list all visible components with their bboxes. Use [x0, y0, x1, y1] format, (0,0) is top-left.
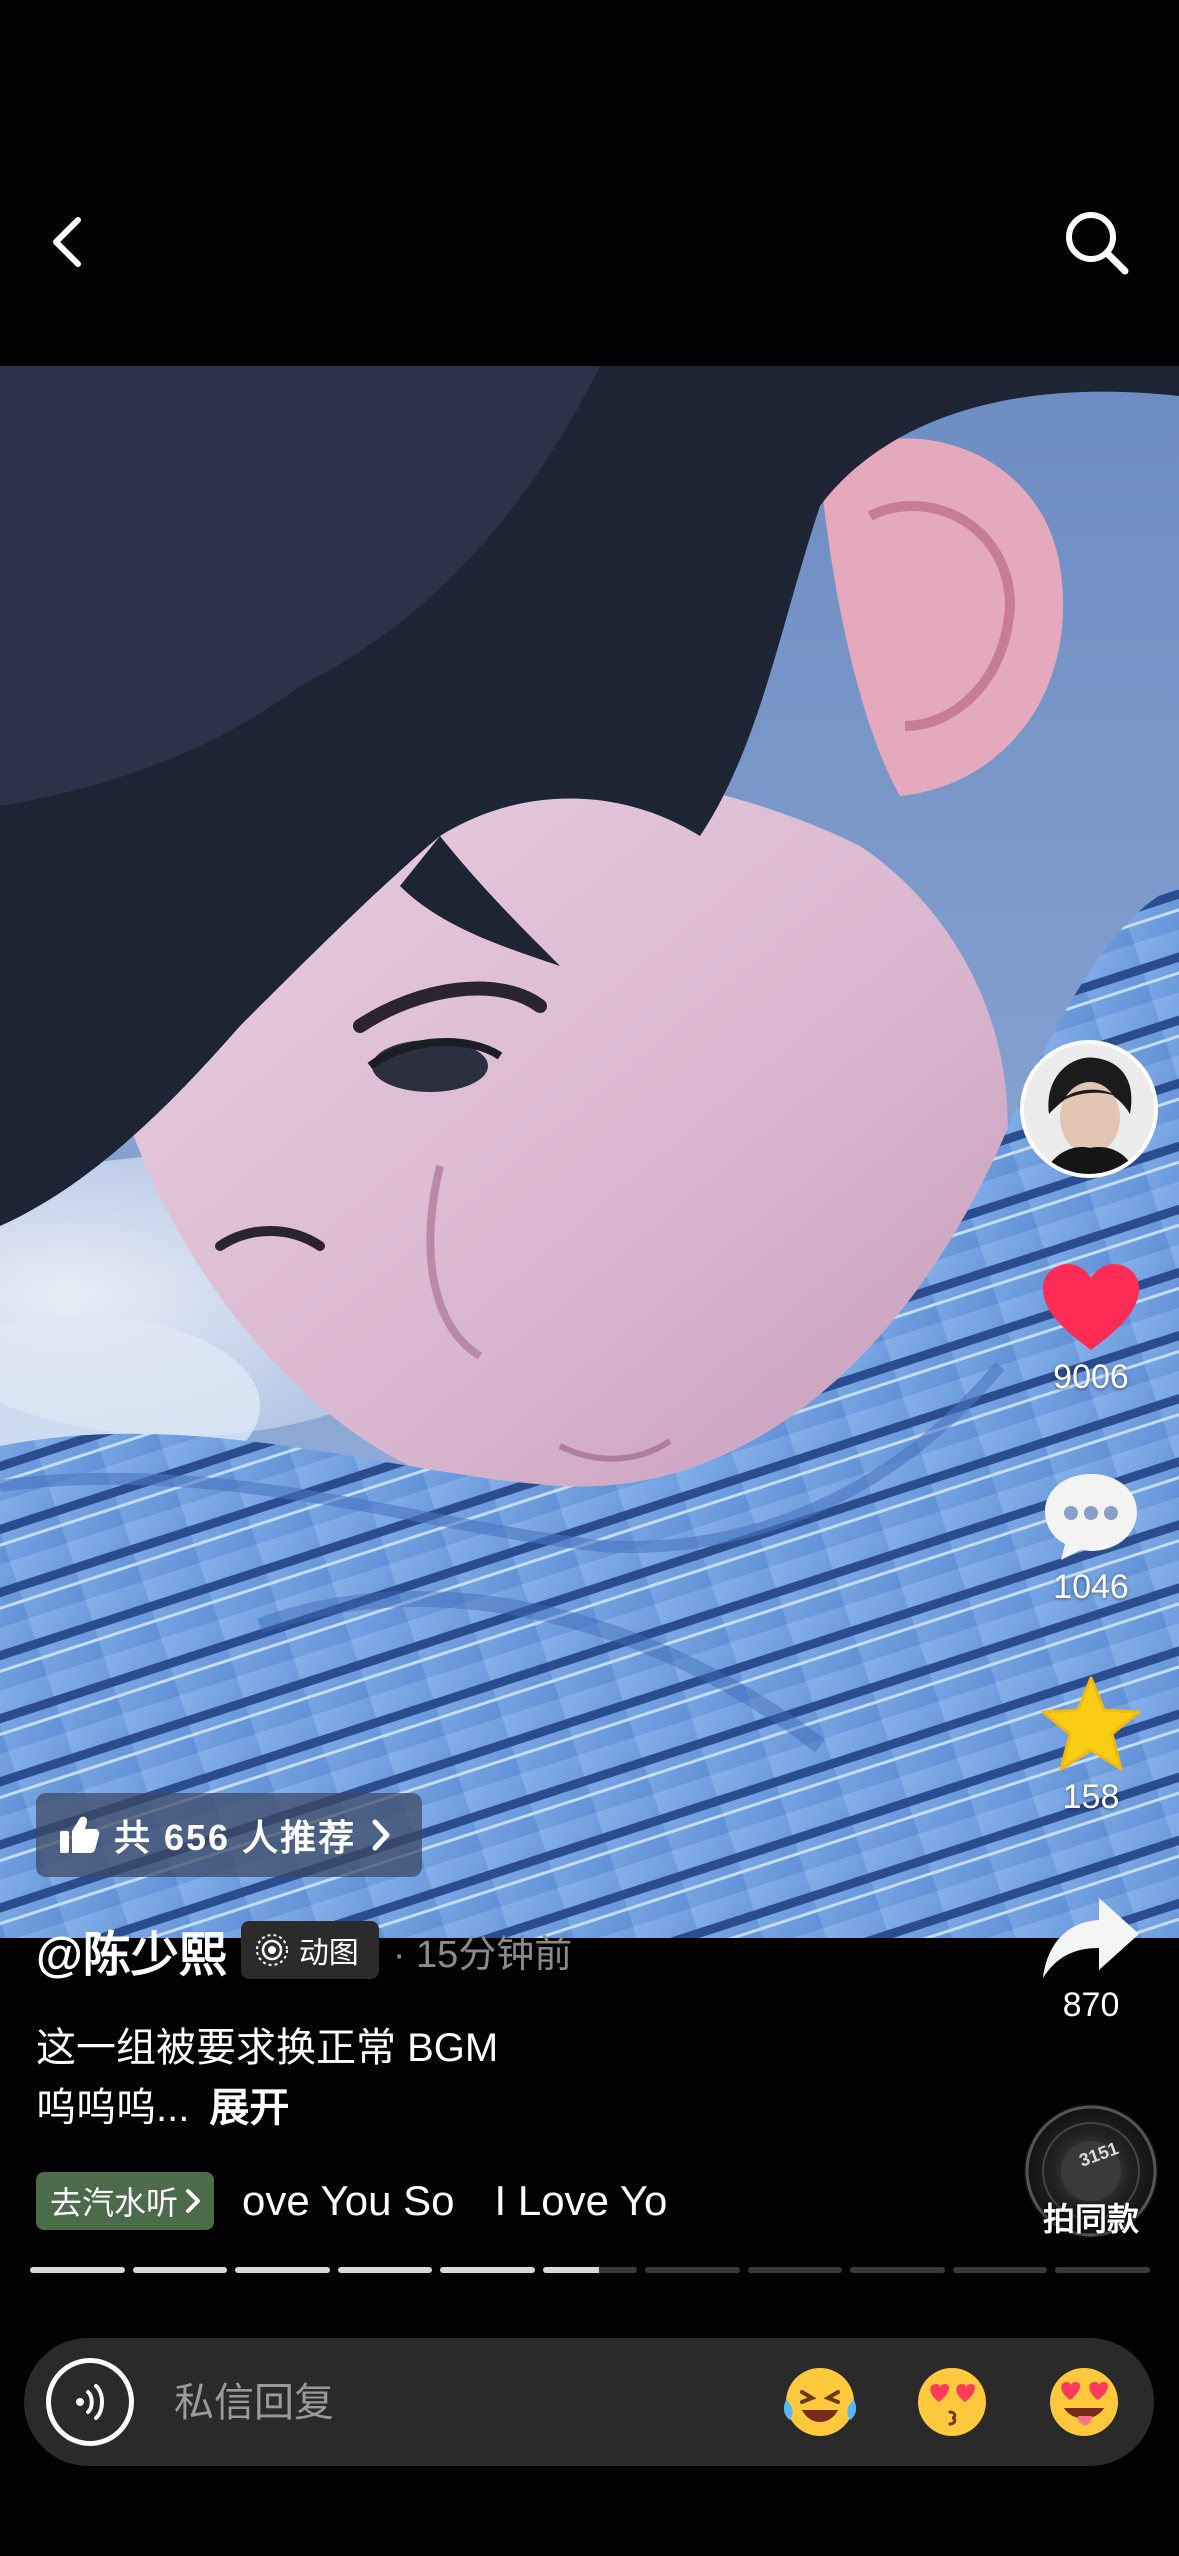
laughing-crying-emoji[interactable]: [780, 2362, 860, 2442]
same-style-button[interactable]: 3151 拍同款: [1024, 2104, 1158, 2238]
caption-line-1: 这一组被要求换正常 BGM: [36, 2026, 499, 2070]
author-avatar[interactable]: [1020, 1040, 1158, 1178]
reply-bar: [24, 2338, 1154, 2466]
voice-button[interactable]: [46, 2358, 134, 2446]
music-marquee[interactable]: ove You So I Love Yo: [242, 2172, 722, 2230]
progress-segment: [235, 2267, 330, 2273]
progress-segment: [337, 2267, 433, 2273]
progress-segment: [747, 2267, 843, 2273]
open-music-button[interactable]: 去汽水听: [36, 2172, 215, 2230]
expand-link[interactable]: 展开: [209, 2086, 289, 2130]
progress-segment-fill: [542, 2267, 600, 2273]
marquee-text-1: ove You So: [242, 2177, 455, 2224]
progress-segment: [132, 2267, 228, 2273]
heart-eyes-tongue-emoji-icon: [1050, 2368, 1118, 2436]
progress-segment-fill: [440, 2267, 535, 2273]
thumbs-up-icon: [60, 1816, 100, 1853]
progress-segment: [952, 2267, 1048, 2273]
avatar-portrait: [1024, 1044, 1154, 1174]
favorite-button[interactable]: 158: [1010, 1676, 1172, 1817]
top-bar: [0, 0, 1179, 366]
progress-segment: [645, 2267, 740, 2273]
progress-segment: [1055, 2267, 1151, 2273]
post-time: · 15分钟前: [392, 1933, 573, 1976]
heart-eyes-tongue-emoji[interactable]: [1044, 2362, 1124, 2442]
live-photo-icon: [255, 1934, 288, 1966]
progress-segment-fill: [132, 2267, 228, 2273]
progress-segment-fill: [337, 2267, 433, 2273]
like-count: 9006: [1053, 1358, 1129, 1396]
chevron-right-icon: [186, 2189, 201, 2213]
progress-segment: [30, 2267, 125, 2273]
chevron-left-icon: [53, 217, 81, 267]
voice-wave-icon: [76, 2384, 104, 2420]
share-arrow-icon: [1043, 1898, 1139, 1978]
like-button[interactable]: 9006: [1010, 1262, 1172, 1397]
search-icon: [1066, 212, 1129, 275]
progress-segment: [440, 2267, 535, 2273]
comment-button[interactable]: 1046: [1010, 1470, 1172, 1607]
post-caption: 这一组被要求换正常 BGM 呜呜呜... 展开: [36, 2018, 896, 2138]
animated-badge: 动图: [240, 1921, 379, 1979]
recommend-label: 共 656 人推荐: [114, 1817, 357, 1858]
post-image[interactable]: 共 656 人推荐: [0, 366, 1179, 1938]
progress-segment-fill: [235, 2267, 330, 2273]
badge-label: 动图: [298, 1937, 359, 1970]
photo-progress[interactable]: [30, 2267, 1151, 2273]
same-style-label: 拍同款: [1042, 2201, 1139, 2237]
progress-segment: [850, 2267, 945, 2273]
share-button[interactable]: 870: [1010, 1896, 1172, 2025]
favorite-count: 158: [1062, 1778, 1120, 1816]
heart-eyes-kiss-emoji-icon: [918, 2368, 986, 2436]
star-icon: [1041, 1676, 1141, 1771]
progress-segment-fill: [30, 2267, 125, 2273]
open-music-label: 去汽水听: [50, 2185, 179, 2221]
chevron-right-icon: [372, 1819, 390, 1851]
comment-icon: [1045, 1474, 1137, 1560]
laughing-crying-emoji-icon: [783, 2368, 857, 2436]
heart-icon: [1043, 1264, 1139, 1350]
marquee-text-2: I Love Yo: [494, 2177, 668, 2224]
progress-segment: [542, 2267, 638, 2273]
share-count: 870: [1062, 1986, 1120, 2024]
search-button[interactable]: [1054, 200, 1138, 284]
back-button[interactable]: [36, 200, 100, 284]
comment-count: 1046: [1053, 1568, 1129, 1606]
author-name[interactable]: @陈少熙: [36, 1915, 227, 1985]
recommend-pill[interactable]: 共 656 人推荐: [36, 1793, 423, 1877]
post-meta: @陈少熙 动图 · 15分钟前: [36, 1918, 572, 1982]
caption-line-2: 呜呜呜...: [36, 2086, 190, 2130]
post-image-illustration: [0, 366, 1179, 1938]
screen: 共 656 人推荐 9006 1046 158 870 @陈少熙 动图 · 15…: [0, 0, 1179, 2556]
reply-input[interactable]: [172, 2362, 736, 2444]
heart-eyes-kiss-emoji[interactable]: [912, 2362, 992, 2442]
caption-line-2-wrap: 呜呜呜... 展开: [36, 2078, 896, 2138]
